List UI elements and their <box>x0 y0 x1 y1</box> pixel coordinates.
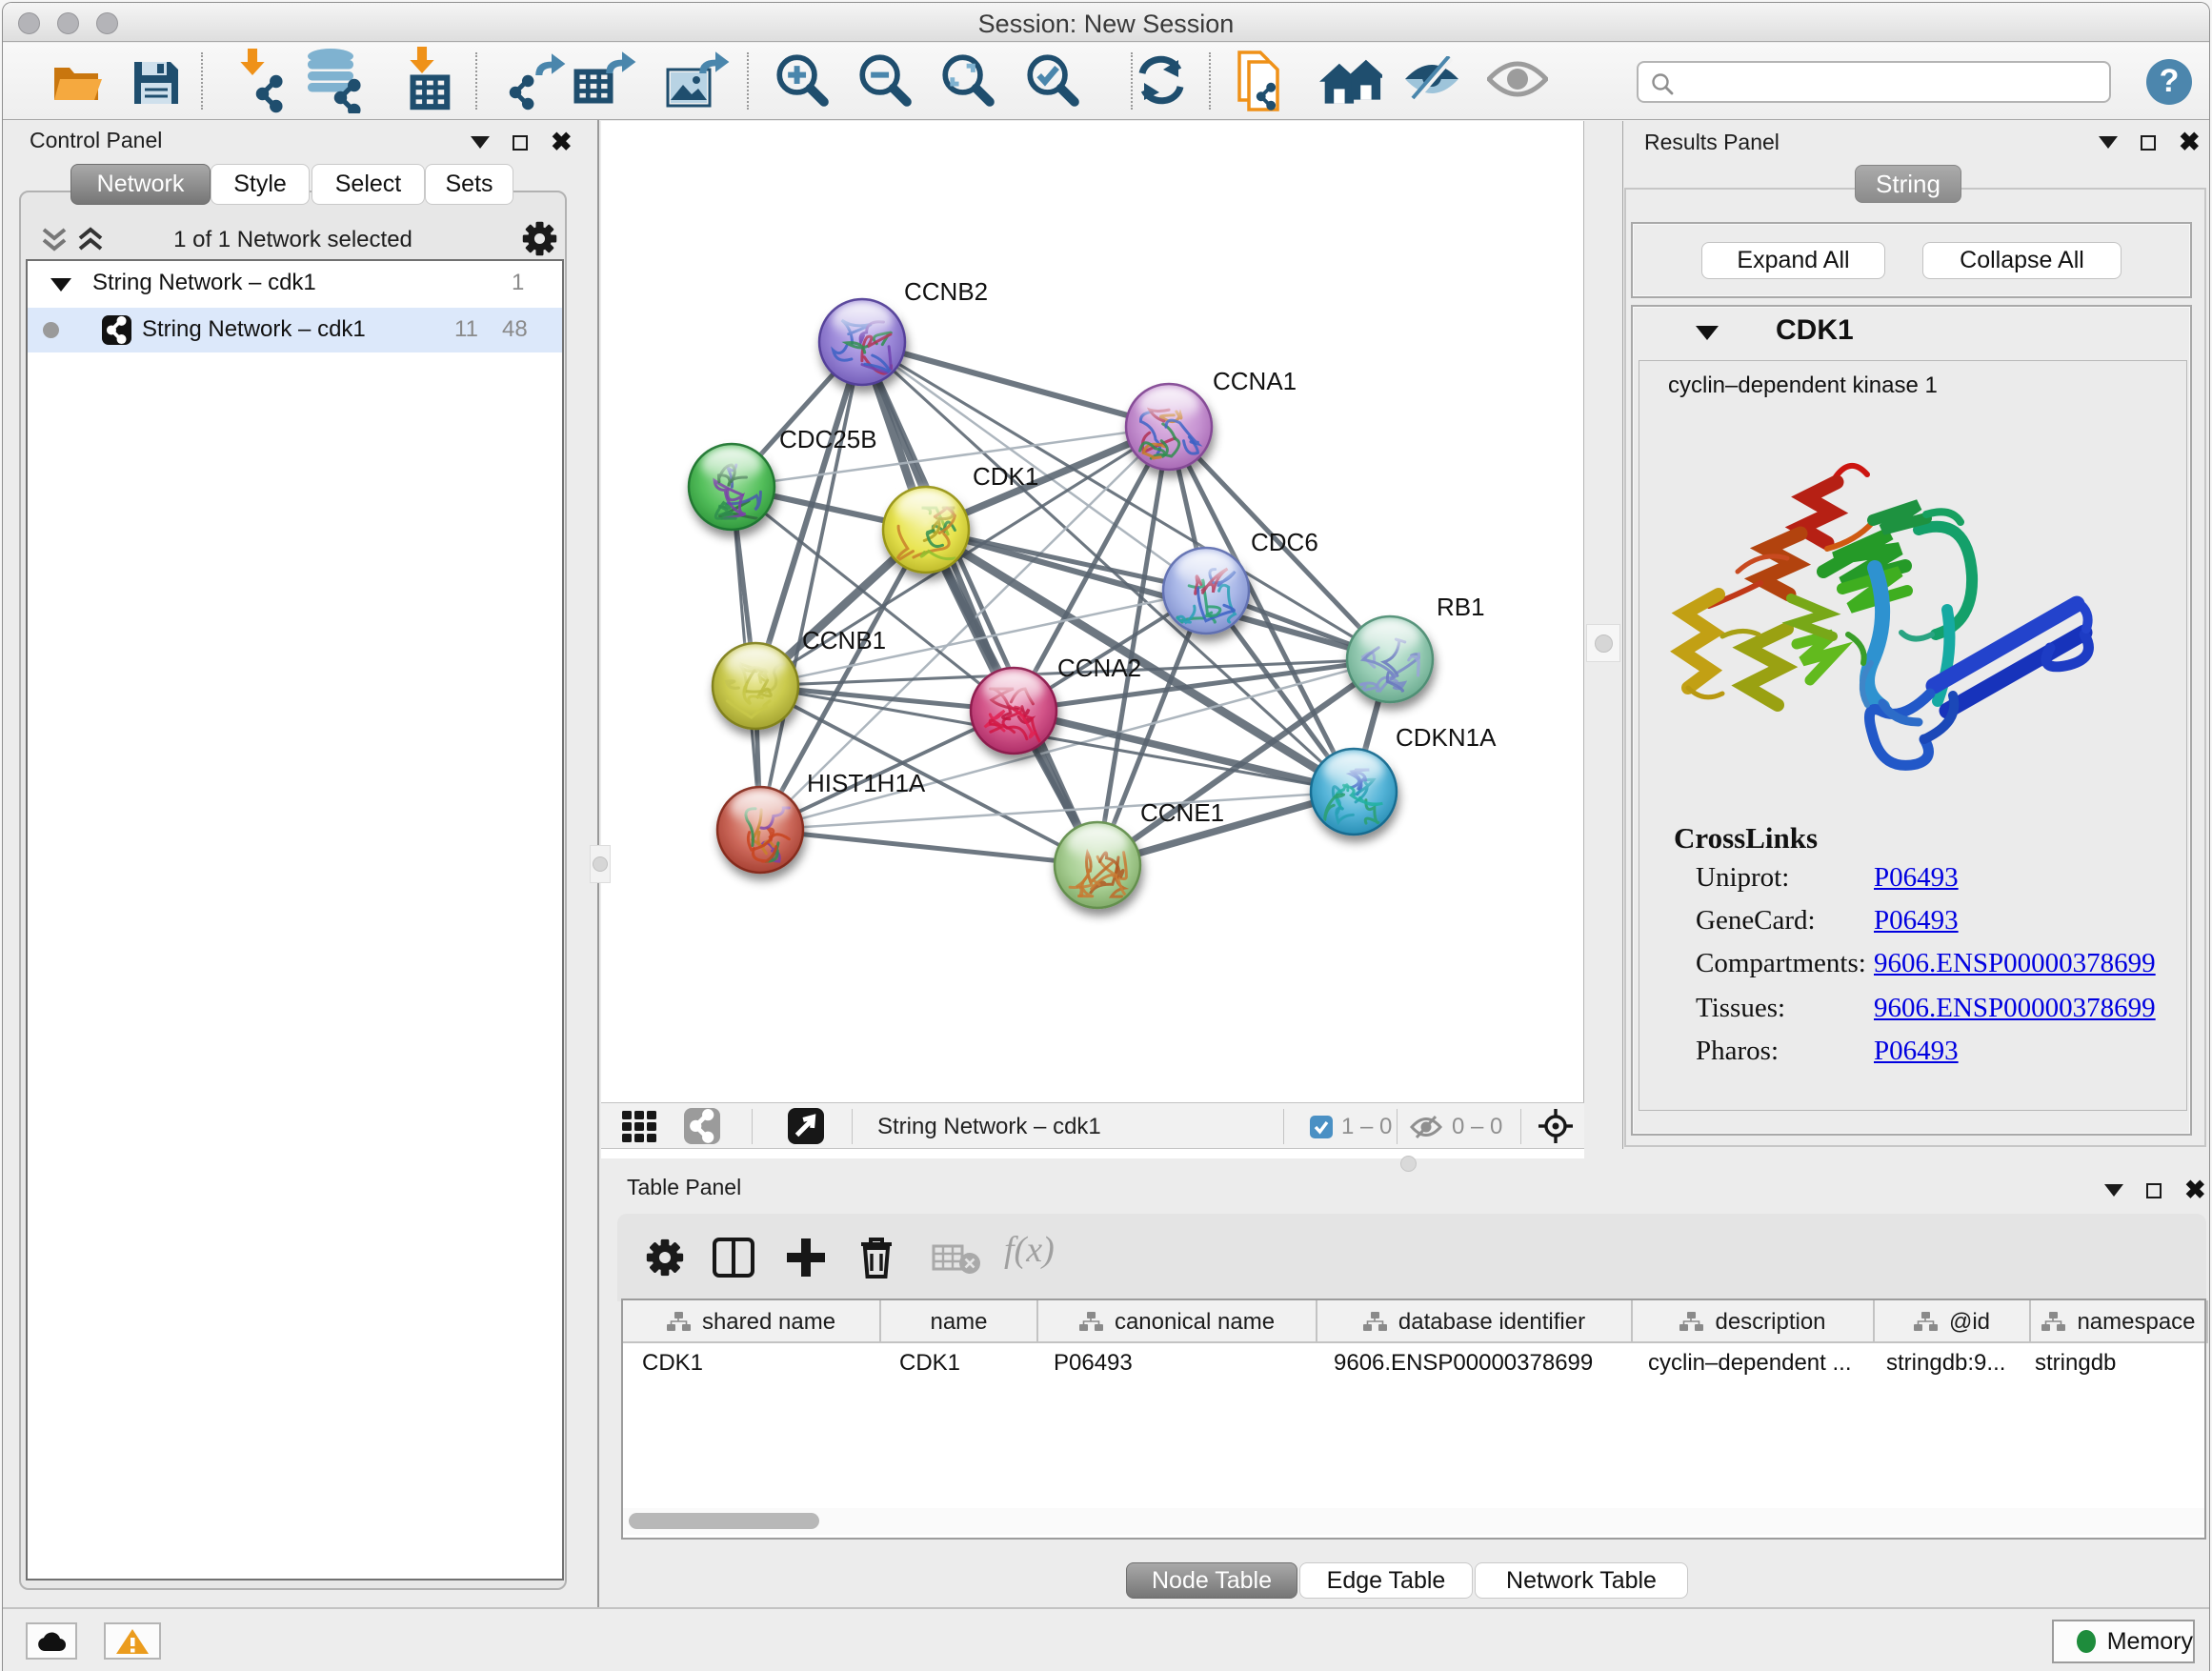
svg-text:RB1: RB1 <box>1437 593 1485 621</box>
svg-text:CDKN1A: CDKN1A <box>1396 723 1497 752</box>
svg-text:CCNB1: CCNB1 <box>802 626 886 654</box>
svg-text:CDC6: CDC6 <box>1251 528 1318 556</box>
svg-text:CCNE1: CCNE1 <box>1140 798 1224 827</box>
svg-text:CCNA2: CCNA2 <box>1057 654 1141 682</box>
svg-text:CDC25B: CDC25B <box>779 425 877 453</box>
svg-text:HIST1H1A: HIST1H1A <box>807 769 926 797</box>
svg-text:CCNB2: CCNB2 <box>904 277 988 306</box>
svg-text:CDK1: CDK1 <box>973 462 1038 491</box>
svg-text:CCNA1: CCNA1 <box>1213 367 1297 395</box>
